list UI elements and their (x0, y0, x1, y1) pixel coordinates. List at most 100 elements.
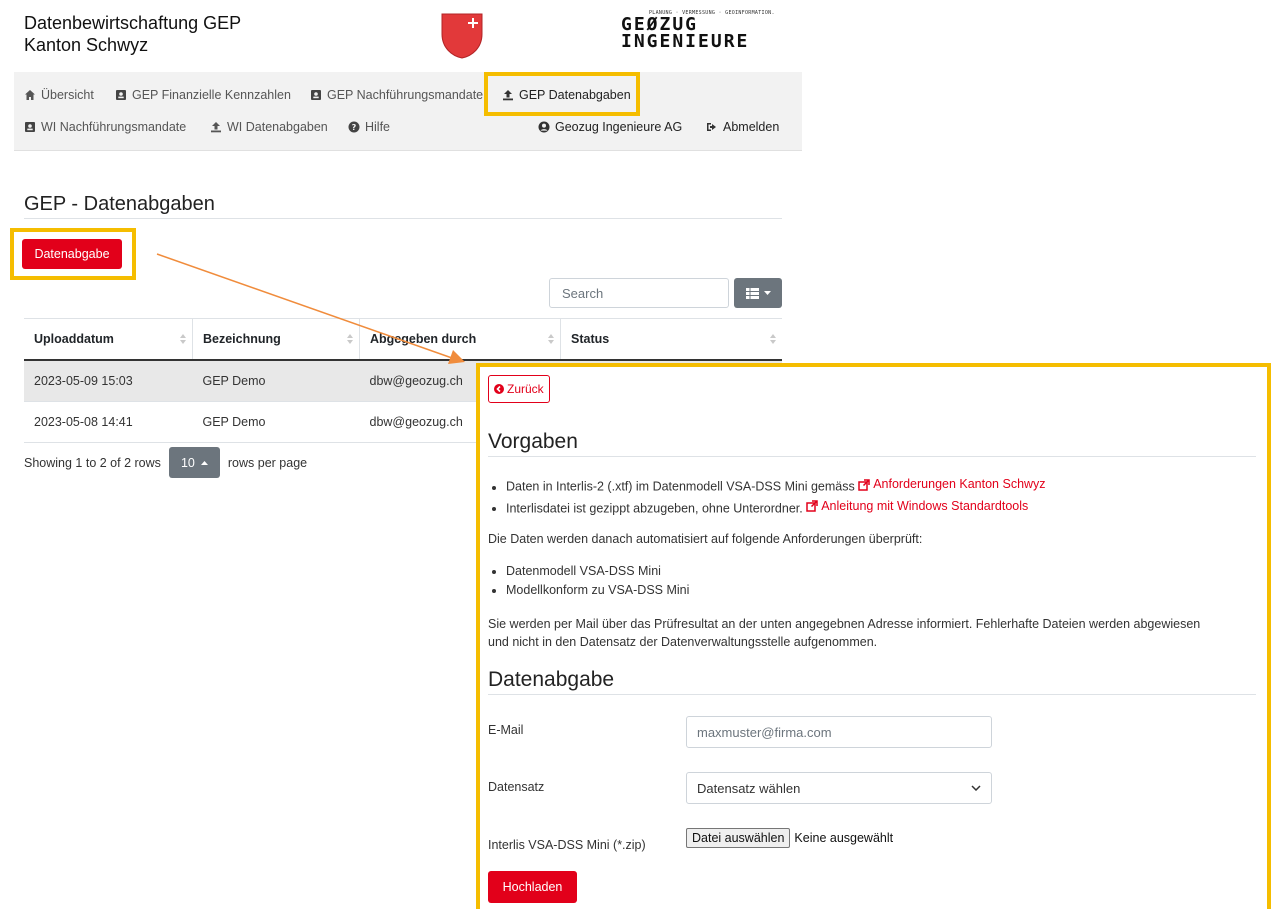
brand-line2: INGENIEURE (621, 31, 750, 52)
caret-down-icon (763, 291, 771, 295)
checks-list: Datenmodell VSA-DSS Mini Modellkonform z… (488, 562, 1266, 600)
list-item: Modellkonform zu VSA-DSS Mini (506, 581, 1266, 600)
table-cell: 2023-05-08 14:41 (24, 401, 193, 443)
upload-icon (211, 122, 221, 133)
back-button-label: Zurück (507, 382, 544, 396)
chevron-left-circle-icon (494, 384, 504, 394)
nav-item-uebersicht[interactable]: Übersicht (24, 88, 94, 102)
external-link-icon (858, 478, 870, 491)
nav-item-label: WI Nachführungsmandate (41, 120, 187, 134)
form-heading: Datenabgabe (488, 668, 615, 691)
check-intro-text: Die Daten werden danach automatisiert au… (488, 532, 923, 546)
column-header-status[interactable]: Status (560, 318, 782, 361)
requirement-text: Daten in Interlis-2 (.xtf) im Datenmodel… (506, 479, 855, 494)
vorgaben-divider (488, 456, 1256, 457)
back-button[interactable]: Zurück (488, 375, 550, 403)
nav-item-label: GEP Nachführungsmandate (327, 88, 484, 102)
form-divider (488, 694, 1256, 695)
file-label: Interlis VSA-DSS Mini (*.zip) (488, 838, 646, 852)
datenabgabe-form-panel: Zurück Vorgaben Daten in Interlis-2 (.xt… (476, 363, 1271, 909)
nav-item-label: Hilfe (365, 120, 391, 134)
column-header-label: Abgegeben durch (370, 332, 477, 346)
email-label: E-Mail (488, 723, 524, 737)
nav-item-hilfe[interactable]: ? Hilfe (348, 120, 390, 134)
info-line: Sie werden per Mail über das Prüfresulta… (488, 617, 1201, 631)
file-input: Datei auswählen Keine ausgewählt (686, 828, 893, 848)
user-circle-icon (538, 121, 550, 133)
file-choose-button[interactable]: Datei auswählen (686, 828, 791, 848)
contact-card-icon (116, 90, 126, 100)
contact-card-icon (311, 90, 321, 100)
search-input[interactable] (549, 278, 729, 308)
svg-text:?: ? (352, 123, 357, 132)
nav-user-label: Geozug Ingenieure AG (555, 120, 683, 134)
nav-item-label: Übersicht (41, 88, 94, 102)
list-item: Daten in Interlis-2 (.xtf) im Datenmodel… (506, 475, 1266, 497)
column-header-bezeichnung[interactable]: Bezeichnung (192, 318, 360, 361)
app-title-line1: Datenbewirtschaftung GEP (24, 13, 242, 33)
upload-submit-button[interactable]: Hochladen (488, 871, 577, 903)
sign-out-icon (707, 123, 716, 131)
vorgaben-heading: Vorgaben (488, 430, 578, 453)
column-header-label: Bezeichnung (203, 332, 281, 346)
table-header-row: Uploaddatum Bezeichnung Abgegeben durch … (24, 318, 782, 361)
app-title: Datenbewirtschaftung GEP Kanton Schwyz (24, 12, 241, 56)
dataset-select[interactable]: Datensatz wählen (686, 772, 992, 804)
sort-icon (770, 334, 776, 344)
anforderungen-link[interactable]: Anforderungen Kanton Schwyz (858, 475, 1046, 494)
nav-item-wi-nachfuehrungsmandate[interactable]: WI Nachführungsmandate (24, 120, 186, 134)
main-navbar: Übersicht GEP Finanzielle Kennzahlen GEP… (14, 72, 802, 151)
nav-user-account[interactable]: Geozug Ingenieure AG (538, 120, 682, 134)
page-size-dropdown[interactable]: 10 (168, 447, 220, 478)
annotation-highlight-button (10, 228, 136, 280)
sort-icon (347, 334, 353, 344)
caret-up-icon (200, 460, 208, 465)
nav-item-gep-nachfuehrungsmandate[interactable]: GEP Nachführungsmandate (310, 88, 483, 102)
link-label: Anforderungen Kanton Schwyz (873, 477, 1046, 491)
nav-item-label: GEP Finanzielle Kennzahlen (132, 88, 291, 102)
pagination: Showing 1 to 2 of 2 rows 10 rows per pag… (24, 447, 307, 478)
list-item: Interlisdatei ist gezippt abzugeben, ohn… (506, 497, 1266, 519)
info-line: und nicht in den Datensatz der Datenverw… (488, 635, 878, 649)
column-header-label: Status (571, 332, 610, 346)
nav-item-label: WI Datenabgaben (227, 120, 328, 134)
nav-logout-label: Abmelden (723, 120, 780, 134)
nav-item-gep-kennzahlen[interactable]: GEP Finanzielle Kennzahlen (115, 88, 291, 102)
question-circle-icon: ? (348, 121, 360, 133)
column-header-uploaddatum[interactable]: Uploaddatum (24, 318, 193, 361)
requirements-list: Daten in Interlis-2 (.xtf) im Datenmodel… (488, 475, 1266, 518)
contact-card-icon (25, 122, 35, 132)
geozug-logo: PLANUNG · VERMESSUNG · GEOINFORMATION. G… (621, 10, 783, 52)
list-item: Datenmodell VSA-DSS Mini (506, 562, 1266, 581)
nav-item-wi-datenabgaben[interactable]: WI Datenabgaben (210, 120, 328, 134)
requirement-text: Interlisdatei ist gezippt abzugeben, ohn… (506, 501, 803, 515)
column-header-label: Uploaddatum (34, 332, 114, 346)
chevron-down-icon (971, 785, 981, 791)
dataset-select-value: Datensatz wählen (697, 780, 801, 796)
home-icon (25, 90, 35, 100)
schwyz-crest-icon (441, 13, 483, 59)
page-title: GEP - Datenabgaben (24, 193, 215, 215)
pagination-suffix: rows per page (227, 455, 308, 470)
column-header-abgegeben-durch[interactable]: Abgegeben durch (359, 318, 561, 361)
annotation-highlight-nav (484, 72, 640, 116)
file-status: Keine ausgewählt (794, 831, 894, 845)
pagination-showing: Showing 1 to 2 of 2 rows (24, 455, 161, 470)
sort-icon (180, 334, 186, 344)
info-text: Sie werden per Mail über das Prüfresulta… (488, 615, 1263, 651)
dataset-label: Datensatz (488, 780, 545, 794)
link-label: Anleitung mit Windows Standardtools (821, 498, 1029, 513)
grid-icon (745, 287, 759, 299)
sort-icon (548, 334, 554, 344)
anleitung-link[interactable]: Anleitung mit Windows Standardtools (806, 497, 1028, 516)
email-field[interactable] (686, 716, 992, 748)
nav-logout[interactable]: Abmelden (706, 120, 779, 134)
table-cell: GEP Demo (192, 401, 360, 443)
app-title-line2: Kanton Schwyz (24, 35, 149, 55)
page-size-value: 10 (180, 455, 195, 470)
page-title-divider (24, 218, 782, 219)
table-cell: 2023-05-09 15:03 (24, 360, 193, 402)
column-toggle-button[interactable] (734, 278, 782, 308)
table-cell: GEP Demo (192, 360, 360, 402)
external-link-icon (806, 500, 818, 512)
